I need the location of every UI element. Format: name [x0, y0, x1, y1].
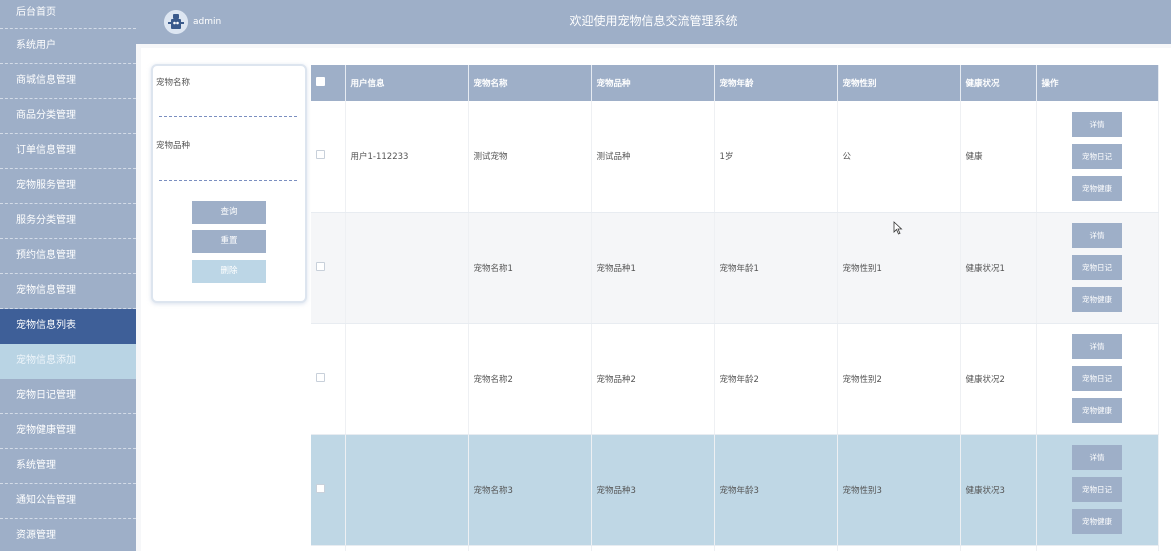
pet-health-button[interactable]: 宠物健康: [1072, 175, 1122, 201]
pet-info-table: 用户信息 宠物名称 宠物品种 宠物年龄 宠物性别 健康状况 操作 用户1-112…: [311, 65, 1159, 551]
top-header: admin 欢迎使用宠物信息交流管理系统: [136, 0, 1171, 44]
sidebar-item-notices[interactable]: 通知公告管理: [0, 484, 136, 519]
table-row[interactable]: 宠物名称1 宠物品种1 宠物年龄1 宠物性别1 健康状况1 详情 宠物日记 宠物…: [311, 212, 1159, 324]
pet-diary-button[interactable]: 宠物日记: [1072, 255, 1122, 280]
sidebar-item-mall-info[interactable]: 商城信息管理: [0, 64, 136, 99]
cell-pet-name: 宠物名称2: [468, 323, 592, 435]
column-header-pet-name[interactable]: 宠物名称: [468, 65, 592, 101]
cell-pet-name: 宠物名称3: [468, 434, 592, 546]
detail-button[interactable]: 详情: [1072, 111, 1122, 137]
sidebar-item-appointments[interactable]: 预约信息管理: [0, 239, 136, 274]
cell-pet-age: 宠物年龄3: [714, 434, 838, 546]
column-header-pet-gender[interactable]: 宠物性别: [837, 65, 961, 101]
detail-button[interactable]: 详情: [1072, 445, 1122, 470]
cell-user: 用户1-112233: [345, 101, 469, 213]
sidebar-item-home[interactable]: 后台首页: [0, 0, 136, 29]
main-content: 宠物名称 宠物品种 查询 重置 删除 用户信息 宠物名称 宠物品种 宠物年龄 宠…: [136, 44, 1171, 551]
cell-pet-age: 宠物年龄1: [714, 212, 838, 324]
column-header-pet-breed[interactable]: 宠物品种: [591, 65, 715, 101]
cell-pet-gender: 宠物性别2: [837, 323, 961, 435]
row-checkbox[interactable]: [316, 261, 325, 271]
row-checkbox[interactable]: [316, 372, 325, 382]
table-header-row: 用户信息 宠物名称 宠物品种 宠物年龄 宠物性别 健康状况 操作: [311, 65, 1159, 101]
sidebar-item-pet-diary[interactable]: 宠物日记管理: [0, 379, 136, 414]
content-card: 宠物名称 宠物品种 查询 重置 删除 用户信息 宠物名称 宠物品种 宠物年龄 宠…: [141, 48, 1171, 551]
column-header-actions: 操作: [1036, 65, 1159, 101]
column-header-health[interactable]: 健康状况: [960, 65, 1037, 101]
sidebar: 后台首页 系统用户 商城信息管理 商品分类管理 订单信息管理 宠物服务管理 服务…: [0, 0, 136, 551]
sidebar-item-service-category[interactable]: 服务分类管理: [0, 204, 136, 239]
pet-health-button[interactable]: 宠物健康: [1072, 509, 1122, 534]
sidebar-item-orders[interactable]: 订单信息管理: [0, 134, 136, 169]
pet-health-button[interactable]: 宠物健康: [1072, 398, 1122, 423]
mouse-cursor-icon: [893, 221, 903, 235]
cell-pet-breed: 测试品种: [591, 101, 715, 213]
pet-diary-button[interactable]: 宠物日记: [1072, 477, 1122, 502]
cell-pet-breed: 宠物品种1: [591, 212, 715, 324]
pet-diary-button[interactable]: 宠物日记: [1072, 143, 1122, 169]
table-row[interactable]: 宠物名称2 宠物品种2 宠物年龄2 宠物性别2 健康状况2 详情 宠物日记 宠物…: [311, 323, 1159, 435]
pet-name-input[interactable]: [159, 96, 297, 114]
cell-user: [345, 323, 469, 435]
row-checkbox[interactable]: [316, 483, 325, 493]
column-header-user[interactable]: 用户信息: [345, 65, 469, 101]
sidebar-item-pet-health[interactable]: 宠物健康管理: [0, 414, 136, 449]
cell-user: [345, 212, 469, 324]
cell-pet-age: 宠物年龄2: [714, 323, 838, 435]
cell-health: 健康状况3: [960, 434, 1037, 546]
reset-button[interactable]: 重置: [192, 230, 266, 253]
pet-breed-label: 宠物品种: [156, 141, 191, 151]
cell-actions: 详情 宠物日记 宠物健康: [1036, 101, 1159, 213]
cell-actions: 详情 宠物日记 宠物健康: [1036, 323, 1159, 435]
cell-pet-name: 宠物名称1: [468, 212, 592, 324]
sidebar-item-pet-info-list[interactable]: 宠物信息列表: [0, 309, 136, 344]
select-all-checkbox[interactable]: [316, 77, 325, 86]
delete-button[interactable]: 删除: [192, 260, 266, 283]
cell-pet-name: 测试宠物: [468, 101, 592, 213]
cell-pet-breed: 宠物品种3: [591, 434, 715, 546]
sidebar-item-product-category[interactable]: 商品分类管理: [0, 99, 136, 134]
table-row[interactable]: 宠物名称3 宠物品种3 宠物年龄3 宠物性别3 健康状况3 详情 宠物日记 宠物…: [311, 434, 1159, 546]
search-panel: 宠物名称 宠物品种 查询 重置 删除: [151, 64, 307, 303]
pet-diary-button[interactable]: 宠物日记: [1072, 366, 1122, 391]
sidebar-item-pet-info[interactable]: 宠物信息管理: [0, 274, 136, 309]
pet-breed-underline: [159, 180, 297, 181]
page-title: 欢迎使用宠物信息交流管理系统: [569, 14, 738, 28]
column-header-pet-age[interactable]: 宠物年龄: [714, 65, 838, 101]
pet-breed-input[interactable]: [159, 160, 297, 178]
table-row[interactable]: 用户1-112233 测试宠物 测试品种 1岁 公 健康 详情 宠物日记 宠物健…: [311, 101, 1159, 213]
cell-pet-age: 1岁: [714, 101, 838, 213]
cell-pet-breed: 宠物品种2: [591, 323, 715, 435]
sidebar-item-pet-services[interactable]: 宠物服务管理: [0, 169, 136, 204]
select-all-cell: [311, 65, 346, 101]
cell-actions: 详情 宠物日记 宠物健康: [1036, 212, 1159, 324]
pet-name-underline: [159, 116, 297, 117]
table-row: [311, 545, 1159, 551]
cell-health: 健康状况1: [960, 212, 1037, 324]
row-checkbox[interactable]: [316, 150, 325, 160]
pet-health-button[interactable]: 宠物健康: [1072, 287, 1122, 312]
sidebar-item-system[interactable]: 系统管理: [0, 449, 136, 484]
cell-pet-gender: 公: [837, 101, 961, 213]
sidebar-item-resources[interactable]: 资源管理: [0, 519, 136, 551]
detail-button[interactable]: 详情: [1072, 223, 1122, 248]
cell-actions: 详情 宠物日记 宠物健康: [1036, 434, 1159, 546]
pet-name-label: 宠物名称: [156, 78, 191, 88]
detail-button[interactable]: 详情: [1072, 334, 1122, 359]
cell-user: [345, 434, 469, 546]
cell-health: 健康状况2: [960, 323, 1037, 435]
sidebar-item-system-users[interactable]: 系统用户: [0, 29, 136, 64]
cell-pet-gender: 宠物性别3: [837, 434, 961, 546]
cell-health: 健康: [960, 101, 1037, 213]
sidebar-item-pet-info-add[interactable]: 宠物信息添加: [0, 344, 136, 379]
query-button[interactable]: 查询: [192, 201, 266, 224]
